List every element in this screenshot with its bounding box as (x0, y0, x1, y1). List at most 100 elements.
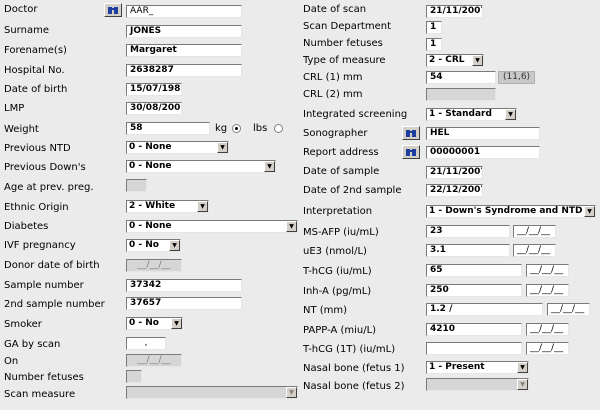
crl1-ratio: (11,6) (498, 71, 536, 84)
diabetes-select[interactable]: 0 - None ▼ (126, 220, 298, 233)
ga-by-scan-field[interactable]: , (126, 337, 166, 350)
dropdown-arrow-icon[interactable]: ▼ (472, 55, 483, 66)
interpretation-select[interactable]: 1 - Down's Syndrome and NTD ▼ (426, 205, 596, 218)
weight-lbs-label: lbs (253, 123, 268, 134)
prev-downs-label: Previous Down's (4, 162, 86, 173)
dob-field[interactable]: 15/07/1981 (126, 83, 182, 96)
dropdown-arrow-icon[interactable]: ▼ (584, 206, 595, 217)
ivf-label: IVF pregnancy (4, 240, 76, 251)
ms-afp-field[interactable]: 23 (426, 225, 510, 238)
papp-a-date-field[interactable]: __/__/__ (526, 323, 569, 336)
ue3-label: uE3 (nmol/L) (303, 246, 367, 257)
inh-a-field[interactable]: 250 (426, 284, 522, 297)
inh-a-label: Inh-A (pg/mL) (303, 286, 372, 297)
nasal-bone-1-select[interactable]: 1 - Present ▼ (426, 361, 529, 374)
binoculars-icon (406, 148, 416, 156)
dob-label: Date of birth (4, 84, 68, 95)
date-of-sample-field[interactable]: 21/11/2007 (426, 166, 483, 179)
number-fetuses-label: Number fetuses (4, 372, 84, 383)
sonographer-lookup-button[interactable] (402, 126, 420, 140)
surname-field[interactable]: JONES (126, 25, 242, 38)
nasal-bone-2-select[interactable]: ▼ (426, 378, 529, 391)
on-label: On (4, 356, 19, 367)
prev-downs-select[interactable]: 0 - None ▼ (126, 160, 276, 173)
dropdown-arrow-icon[interactable]: ▼ (197, 201, 208, 212)
hospital-no-field[interactable]: 2638287 (126, 64, 242, 77)
crl2-field[interactable] (426, 88, 496, 101)
t-hcg-1t-field[interactable] (426, 342, 522, 355)
inh-a-date-field[interactable]: __/__/__ (526, 284, 569, 297)
donor-dob-field[interactable]: __/__/__ (126, 259, 182, 272)
ethnic-origin-label: Ethnic Origin (4, 202, 69, 213)
forenames-field[interactable]: Margaret (126, 44, 242, 57)
weight-kg-radio[interactable] (232, 124, 241, 133)
ue3-date-field[interactable]: __/__/__ (513, 244, 556, 257)
dropdown-arrow-icon[interactable]: ▼ (169, 240, 180, 251)
type-of-measure-label: Type of measure (303, 55, 386, 66)
weight-label: Weight (4, 124, 39, 135)
dropdown-arrow-icon[interactable]: ▼ (286, 221, 297, 232)
doctor-label: Doctor (4, 4, 38, 15)
date-2nd-sample-field[interactable]: 22/12/2007 (426, 184, 483, 197)
lmp-field[interactable]: 30/08/2007 (126, 102, 182, 115)
dropdown-arrow-icon[interactable]: ▼ (505, 109, 516, 120)
diabetes-label: Diabetes (4, 221, 49, 232)
crl2-label: CRL (2) mm (303, 89, 363, 100)
report-address-field[interactable]: 00000001 (426, 146, 540, 159)
papp-a-field[interactable]: 4210 (426, 323, 522, 336)
weight-lbs-radio[interactable] (274, 124, 283, 133)
ue3-field[interactable]: 3.1 (426, 244, 510, 257)
dropdown-arrow-icon[interactable]: ▼ (171, 318, 182, 329)
dropdown-arrow-icon[interactable]: ▼ (217, 142, 228, 153)
prev-ntd-select[interactable]: 0 - None ▼ (126, 141, 229, 154)
scan-measure-label: Scan measure (4, 389, 76, 400)
integrated-screening-label: Integrated screening (303, 109, 408, 120)
dropdown-arrow-icon[interactable]: ▼ (264, 161, 275, 172)
nasal-bone-2-label: Nasal bone (fetus 2) (303, 381, 405, 392)
smoker-label: Smoker (4, 319, 42, 330)
papp-a-label: PAPP-A (miu/L) (303, 325, 377, 336)
report-address-lookup-button[interactable] (402, 145, 420, 159)
type-of-measure-select[interactable]: 2 - CRL ▼ (426, 54, 484, 67)
doctor-lookup-button[interactable] (104, 3, 122, 17)
radio-selected-dot (235, 127, 238, 130)
t-hcg-date-field[interactable]: __/__/__ (526, 264, 569, 277)
age-prev-preg-field[interactable] (126, 179, 147, 192)
nt-date-field[interactable]: __/__/__ (547, 303, 590, 316)
donor-dob-label: Donor date of birth (4, 260, 100, 271)
doctor-field[interactable]: AAR_ (126, 5, 242, 18)
t-hcg-field[interactable]: 65 (426, 264, 522, 277)
smoker-select[interactable]: 0 - No ▼ (126, 317, 183, 330)
scan-department-field[interactable]: 1 (426, 21, 442, 34)
t-hcg-1t-label: T-hCG (1T) (iu/mL) (303, 344, 396, 355)
crl1-field[interactable]: 54 (426, 71, 496, 84)
ethnic-origin-select[interactable]: 2 - White ▼ (126, 200, 209, 213)
ivf-select[interactable]: 0 - No ▼ (126, 239, 181, 252)
nt-field[interactable]: 1.2 / (426, 303, 543, 316)
sonographer-field[interactable]: HEL (426, 127, 540, 140)
forenames-label: Forename(s) (4, 45, 67, 56)
lmp-label: LMP (4, 103, 25, 114)
dropdown-arrow-icon[interactable]: ▼ (286, 387, 297, 398)
scan-department-label: Scan Department (303, 21, 392, 32)
t-hcg-1t-date-field[interactable]: __/__/__ (526, 342, 569, 355)
dropdown-arrow-icon[interactable]: ▼ (517, 362, 528, 373)
nt-label: NT (mm) (303, 305, 348, 316)
number-fetuses-field[interactable] (126, 370, 142, 383)
right-number-fetuses-field[interactable]: 1 (426, 38, 442, 51)
sample2-number-label: 2nd sample number (4, 299, 105, 310)
sample-number-label: Sample number (4, 280, 84, 291)
sample-number-field[interactable]: 37342 (126, 279, 242, 292)
date-of-sample-label: Date of sample (303, 166, 380, 177)
weight-field[interactable]: 58 (126, 122, 210, 135)
dropdown-arrow-icon[interactable]: ▼ (517, 379, 528, 390)
binoculars-icon (406, 129, 416, 137)
age-prev-preg-label: Age at prev. preg. (4, 182, 94, 193)
ms-afp-date-field[interactable]: __/__/__ (513, 225, 556, 238)
date-of-scan-field[interactable]: 21/11/2007 (426, 5, 483, 18)
sonographer-label: Sonographer (303, 128, 368, 139)
scan-measure-select[interactable]: ▼ (126, 386, 298, 399)
sample2-number-field[interactable]: 37657 (126, 297, 242, 310)
on-field[interactable]: __/__/__ (126, 354, 182, 367)
integrated-screening-select[interactable]: 1 - Standard ▼ (426, 108, 517, 121)
